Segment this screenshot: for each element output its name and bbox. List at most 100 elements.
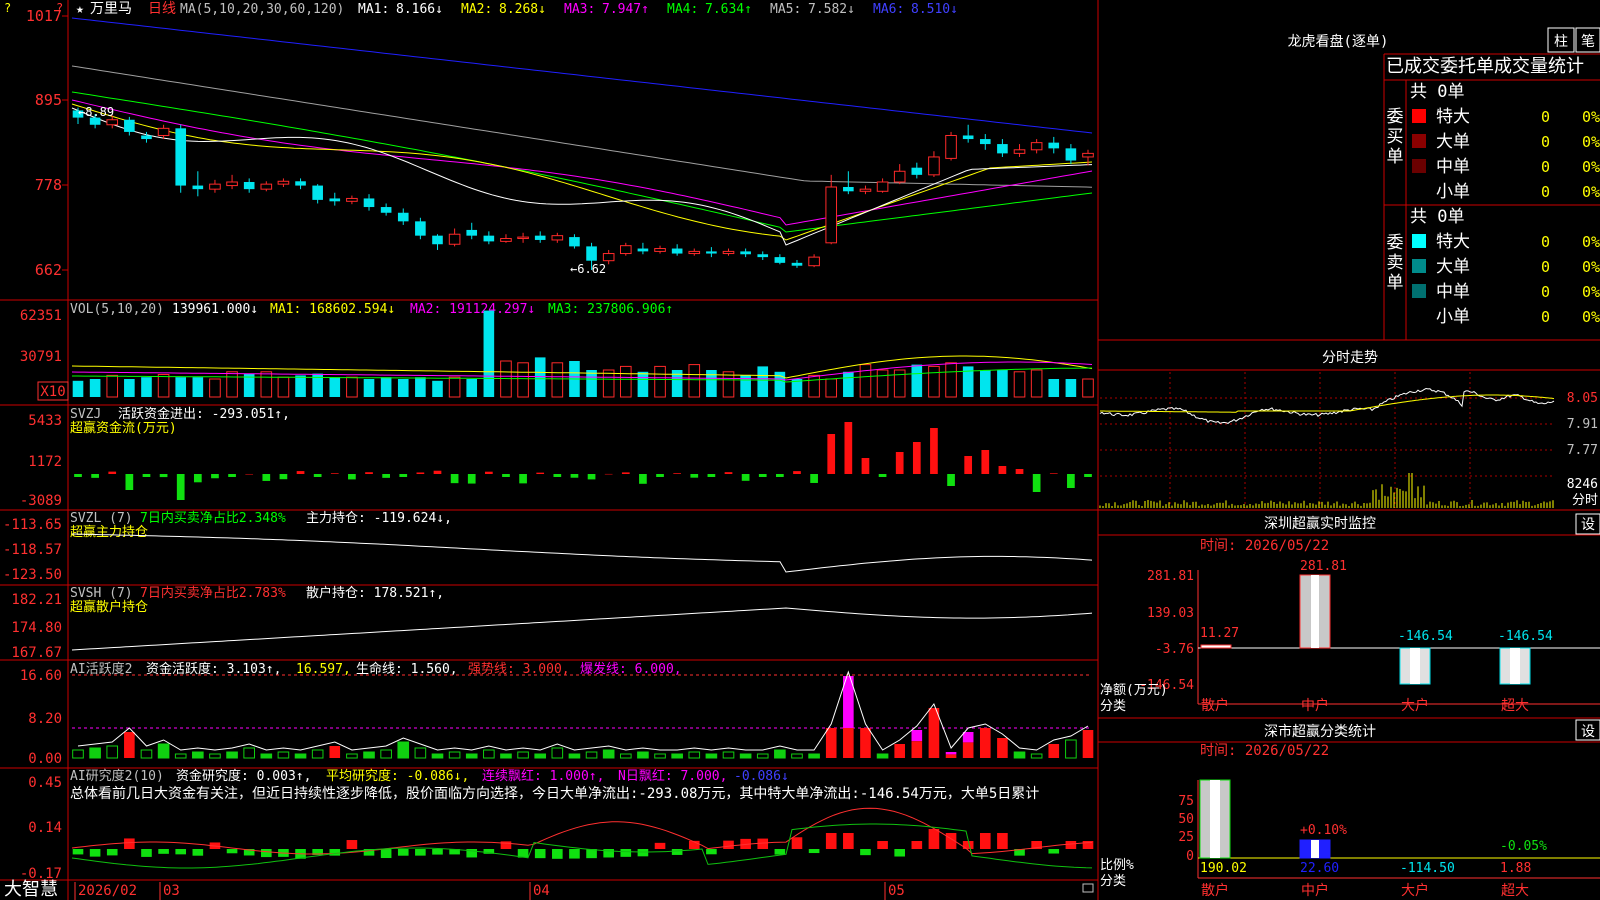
volume-bar	[876, 369, 889, 398]
ai-nday: N日飘红: 7.000,	[618, 768, 727, 784]
candle-up	[346, 197, 358, 202]
candle-up	[106, 119, 119, 126]
volume-bar	[106, 374, 119, 398]
activity-bar	[1013, 751, 1026, 759]
ma-value: 7.947↑	[602, 2, 649, 17]
classify-bottom-value: 190.02	[1200, 861, 1247, 876]
svzj-axis-tick: -3089	[20, 493, 62, 509]
candle-down	[637, 248, 649, 252]
help-icon[interactable]: ?	[4, 1, 11, 15]
research-bar	[637, 849, 649, 857]
volume-bar	[363, 379, 375, 397]
research-bar	[654, 842, 666, 849]
svzl-name: SVZL (7)	[70, 511, 133, 526]
fund-flow-bar	[142, 474, 151, 477]
activity-bar	[602, 749, 615, 759]
order-count: 0	[1541, 183, 1550, 201]
order-color-swatch	[1412, 234, 1426, 248]
stock-name[interactable]: 万里马	[90, 1, 132, 17]
volume-bar	[1082, 378, 1094, 398]
fund-flow-bar	[450, 474, 459, 484]
classify-settings-label: 设	[1581, 724, 1595, 740]
order-pct: 0%	[1582, 283, 1600, 301]
research-bar	[843, 833, 854, 849]
volume-bar	[1048, 379, 1060, 397]
candle-down	[843, 187, 854, 192]
candle-down	[329, 198, 341, 202]
activity-bar	[431, 753, 444, 759]
favorite-star-icon[interactable]: ★	[76, 2, 84, 17]
order-size-label: 小单	[1436, 307, 1470, 327]
fund-flow-bar	[399, 474, 408, 477]
order-size-label: 大单	[1436, 257, 1470, 277]
volume-bar	[1065, 379, 1077, 397]
candle-down	[586, 246, 597, 261]
activity-bar	[500, 753, 512, 759]
intraday-title: 分时走势	[1322, 350, 1378, 366]
classify-axis-tick: 25	[1178, 830, 1194, 845]
volume-bar	[928, 365, 940, 398]
volume-bar	[517, 362, 529, 398]
order-count: 0	[1541, 233, 1550, 251]
monitor-bar-value: 11.27	[1200, 626, 1239, 641]
activity-bar	[568, 753, 581, 759]
order-size-label: 中单	[1436, 157, 1470, 177]
order-count: 0	[1541, 133, 1550, 151]
order-count: 0	[1541, 308, 1550, 326]
activity-bar	[72, 749, 84, 759]
monitor-bar-highlight	[1311, 575, 1319, 648]
order-size-label: 中单	[1436, 282, 1470, 302]
volume-bar	[415, 377, 426, 397]
vol-ma3: MA3: 237806.906↑	[548, 302, 673, 317]
svsh-axis-tick: 167.67	[11, 645, 62, 661]
volume-bar	[209, 378, 221, 398]
candle-down	[774, 257, 786, 263]
fund-flow-bar	[176, 474, 185, 500]
classify-category: 超大	[1501, 883, 1529, 899]
period-label[interactable]: 日线	[148, 1, 176, 17]
intraday-vol-unit: 分时	[1572, 493, 1598, 508]
candle-down	[911, 167, 923, 175]
fund-flow-bar	[125, 474, 134, 490]
svzj-axis-tick: 1172	[28, 454, 62, 470]
fund-flow-bar	[159, 474, 168, 478]
lock-icon[interactable]	[1082, 883, 1094, 893]
activity-bar	[637, 751, 649, 759]
price-axis-tick: 778	[35, 176, 62, 194]
research-bar	[226, 849, 238, 854]
fund-flow-bar	[108, 471, 117, 474]
svzj-axis-tick: 5433	[28, 413, 62, 429]
fund-flow-bar	[947, 474, 955, 486]
activity-bar	[860, 728, 871, 758]
activity-bar	[739, 753, 752, 759]
market-chart[interactable]: 1017895778662←8.89←6.62★ 万里马 日线 MA(5,10,20,…	[0, 0, 1600, 900]
activity-bar	[688, 751, 701, 759]
date-axis-label: 2026/02	[78, 883, 137, 899]
volume-bar	[637, 371, 649, 397]
order-size-label: 小单	[1436, 182, 1470, 202]
monitor-bar-highlight	[1510, 648, 1520, 684]
ai-research-avg: 平均研究度: -0.086↓,	[326, 768, 469, 784]
help-icon[interactable]: ?	[56, 1, 63, 15]
ai-research-name: AI研究度2(10)	[70, 768, 164, 784]
candle-down	[363, 198, 375, 208]
activity-bar	[997, 738, 1008, 758]
classify-bar-highlight	[1210, 780, 1220, 858]
research-bar	[997, 833, 1008, 849]
research-bar	[260, 849, 272, 858]
classify-axis-tick: 50	[1178, 812, 1194, 827]
activity-bar	[465, 753, 478, 759]
candle-up	[1013, 149, 1026, 154]
ai-research-comment: 总体看前几日大资金有关注，但近日持续性逐步降低，股价面临方向选择，今日大单净流出…	[70, 785, 1039, 802]
classify-category: 中户	[1301, 882, 1329, 899]
activity-bar	[209, 753, 221, 759]
ma-value-label: MA6:	[873, 2, 904, 17]
classify-pct: +0.10%	[1300, 823, 1347, 838]
candle-up	[893, 170, 906, 183]
candle-up	[260, 183, 273, 190]
fund-flow-bar	[330, 473, 339, 474]
date-axis-label: 04	[533, 883, 550, 899]
fund-flow-bar	[228, 474, 236, 477]
fund-flow-bar	[313, 474, 322, 477]
volume-bar	[346, 376, 358, 398]
